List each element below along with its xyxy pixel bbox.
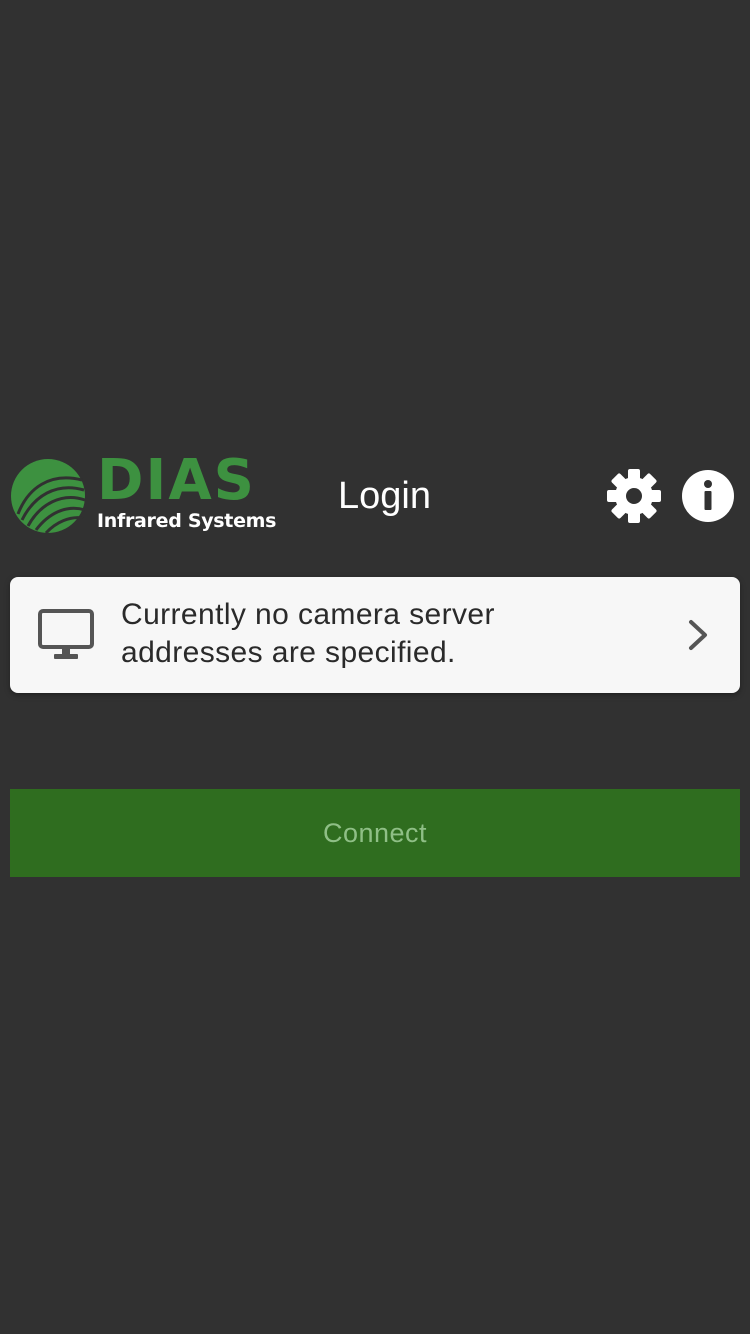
logo-wordmark: DIAS: [97, 448, 256, 513]
settings-button[interactable]: [606, 468, 662, 524]
logo-tagline: Infrared Systems: [97, 510, 277, 532]
camera-server-card[interactable]: Currently no camera server addresses are…: [10, 577, 740, 693]
server-status-message: Currently no camera server addresses are…: [121, 598, 495, 669]
info-button[interactable]: [681, 469, 735, 523]
info-icon: [682, 470, 734, 522]
dias-logo: DIAS Infrared Systems: [10, 449, 276, 537]
chevron-right-icon: [689, 620, 707, 650]
dias-logo-mark-icon: [11, 459, 86, 534]
monitor-icon: [38, 609, 94, 659]
gear-icon: [607, 469, 661, 523]
connect-button[interactable]: Connect: [10, 789, 740, 877]
page-title: Login: [338, 475, 431, 517]
